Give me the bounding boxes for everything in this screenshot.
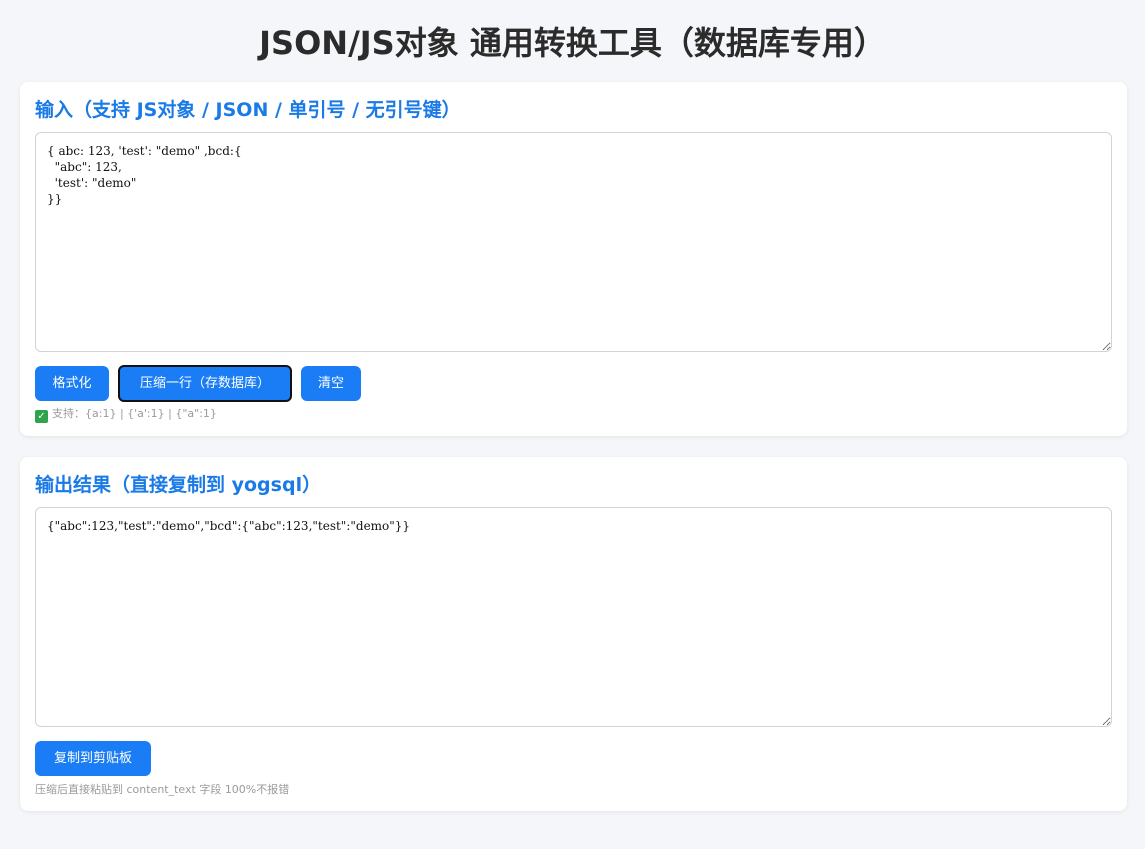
input-card: 输入（支持 JS对象 / JSON / 单引号 / 无引号键） { abc: 1… <box>20 82 1127 436</box>
input-textarea[interactable]: { abc: 123, 'test': "demo" ,bcd:{ "abc":… <box>35 132 1112 352</box>
output-section-title: 输出结果（直接复制到 yogsql） <box>35 474 322 496</box>
format-button[interactable]: 格式化 <box>35 366 109 401</box>
compress-button[interactable]: 压缩一行（存数据库） <box>118 365 292 402</box>
clear-button[interactable]: 清空 <box>301 366 361 401</box>
input-section-title: 输入（支持 JS对象 / JSON / 单引号 / 无引号键） <box>35 99 461 121</box>
output-hint: 压缩后直接粘贴到 content_text 字段 100%不报错 <box>35 783 290 796</box>
copy-to-clipboard-button[interactable]: 复制到剪贴板 <box>35 741 151 776</box>
check-mark-icon: ✓ <box>35 410 48 423</box>
output-textarea[interactable]: {"abc":123,"test":"demo","bcd":{"abc":12… <box>35 507 1112 727</box>
input-hint: ✓ 支持：{a:1} | {'a':1} | {"a":1} <box>35 407 217 423</box>
input-hint-text: 支持：{a:1} | {'a':1} | {"a":1} <box>52 407 217 420</box>
output-card: 输出结果（直接复制到 yogsql） {"abc":123,"test":"de… <box>20 457 1127 811</box>
page-title: JSON/JS对象 通用转换工具（数据库专用） <box>259 24 886 62</box>
